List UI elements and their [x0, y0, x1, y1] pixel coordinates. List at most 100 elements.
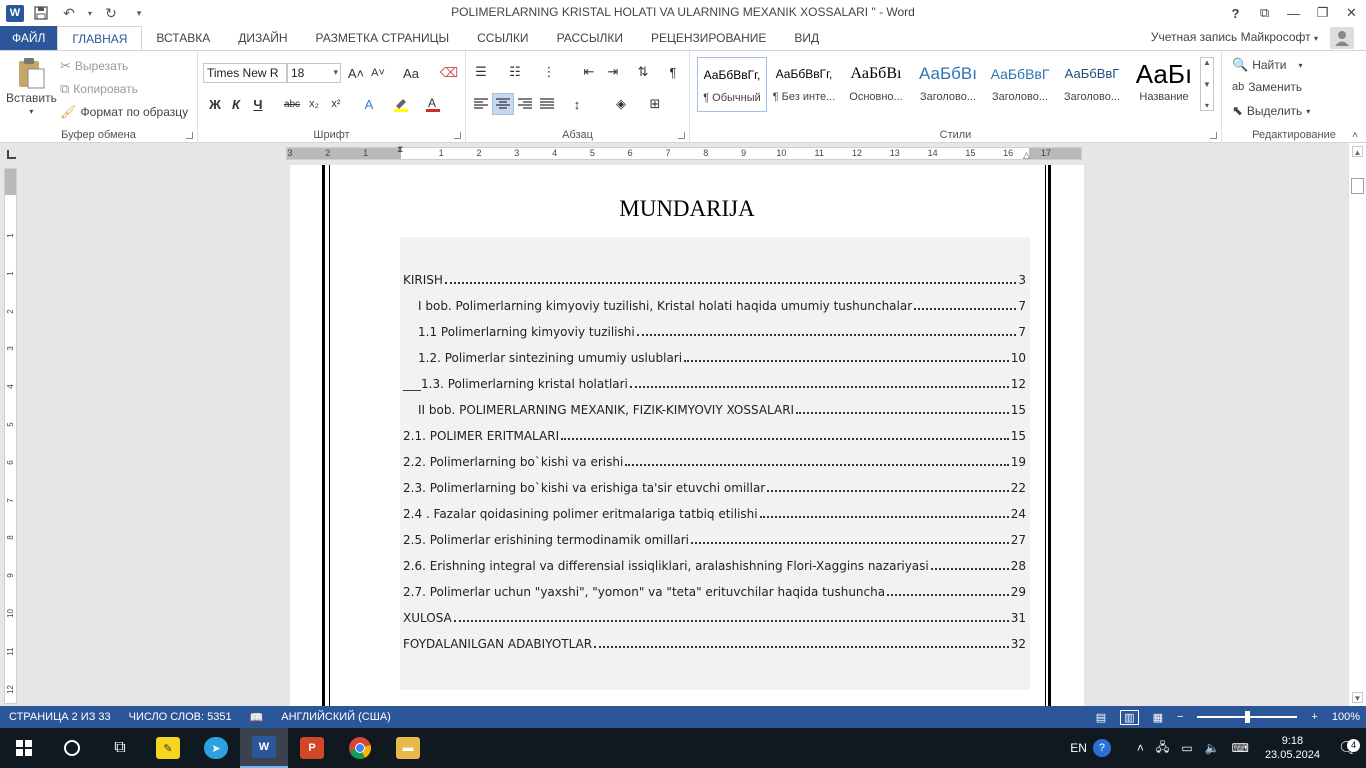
start-button[interactable]	[0, 728, 48, 768]
line-spacing-icon[interactable]: ↕	[566, 93, 588, 115]
bold-button[interactable]: Ж	[204, 93, 226, 115]
toc-entry[interactable]: II bob. POLIMERLARNING MEXANIK, FIZIK-KI…	[400, 397, 1026, 417]
taskbar-app-chrome[interactable]	[336, 728, 384, 768]
input-language[interactable]: EN	[1064, 741, 1093, 755]
paste-button[interactable]: Вставить ▾	[6, 57, 57, 116]
taskbar-app-sticky-notes[interactable]: ✎	[144, 728, 192, 768]
tab-file[interactable]: ФАЙЛ	[0, 26, 58, 50]
toc-entry[interactable]: 2.7. Polimerlar uchun "yaxshi", "yomon" …	[400, 579, 1026, 599]
tab-insert[interactable]: ВСТАВКА	[142, 26, 224, 50]
proofing-icon[interactable]: 📖	[241, 711, 273, 724]
clear-formatting-icon[interactable]: ⌫	[438, 62, 460, 84]
minimize-button[interactable]: —	[1279, 0, 1308, 26]
style-heading-3[interactable]: АаБбВвГ Заголово...	[1057, 57, 1127, 112]
zoom-level[interactable]: 100%	[1332, 711, 1360, 723]
font-name-combo[interactable]: Times New R	[203, 63, 287, 83]
notification-center[interactable]: 🗨 4	[1330, 738, 1366, 758]
toc-entry[interactable]: 2.2. Polimerlarning bo`kishi va erishi 19	[400, 449, 1026, 469]
toc-entry[interactable]: FOYDALANILGAN ADABIYOTLAR 32	[400, 631, 1026, 651]
strikethrough-button[interactable]: abc	[281, 93, 303, 115]
align-right-icon[interactable]	[514, 93, 536, 115]
format-painter-button[interactable]: 🖌 Формат по образцу	[60, 104, 188, 120]
tab-references[interactable]: ССЫЛКИ	[463, 26, 542, 50]
font-launcher-icon[interactable]	[454, 132, 461, 139]
style-normal[interactable]: АаБбВвГг, ¶ Обычный	[697, 57, 767, 112]
justify-icon[interactable]	[536, 93, 558, 115]
network-icon[interactable]: 🖧	[1150, 738, 1175, 759]
restore-button[interactable]: ❐	[1308, 0, 1337, 26]
customize-quick-access-icon[interactable]: ▾	[128, 3, 150, 23]
right-indent-marker-icon[interactable]: △	[1023, 150, 1030, 161]
undo-icon[interactable]: ↶	[58, 3, 80, 23]
tab-review[interactable]: РЕЦЕНЗИРОВАНИЕ	[637, 26, 780, 50]
increase-indent-icon[interactable]: ⇥	[602, 61, 624, 83]
styles-gallery-scroll[interactable]: ▲ ▼ ▾	[1200, 57, 1214, 111]
replace-button[interactable]: ab Заменить	[1232, 80, 1302, 94]
keyboard-icon[interactable]: ⌨	[1226, 741, 1255, 755]
subscript-button[interactable]: x₂	[303, 93, 325, 115]
tab-view[interactable]: ВИД	[780, 26, 833, 50]
collapse-ribbon-icon[interactable]: ˄	[1352, 130, 1358, 141]
task-view-button[interactable]: ⧉	[96, 728, 144, 768]
style-no-spacing[interactable]: АаБбВвГг, ¶ Без инте...	[769, 57, 839, 112]
zoom-in-button[interactable]: +	[1311, 711, 1317, 723]
change-case-button[interactable]: Aa	[397, 62, 425, 84]
tab-design[interactable]: ДИЗАЙН	[224, 26, 301, 50]
tab-page-layout[interactable]: РАЗМЕТКА СТРАНИЦЫ	[302, 26, 464, 50]
tab-mailings[interactable]: РАССЫЛКИ	[543, 26, 637, 50]
toc-entry[interactable]: 2.5. Polimerlar erishining termodinamik …	[400, 527, 1026, 547]
italic-button[interactable]: К	[225, 93, 247, 115]
zoom-slider-knob[interactable]	[1245, 711, 1251, 723]
borders-icon[interactable]: ⊞	[644, 93, 666, 115]
find-button[interactable]: 🔍 Найти ▾	[1232, 57, 1302, 73]
toc-entry[interactable]: 2.3. Polimerlarning bo`kishi va erishiga…	[400, 475, 1026, 495]
chevron-down-icon[interactable]: ▼	[1203, 80, 1211, 89]
search-button[interactable]	[48, 728, 96, 768]
zoom-slider[interactable]	[1197, 711, 1298, 723]
scroll-thumb[interactable]	[1351, 178, 1364, 194]
web-layout-icon[interactable]: ▦	[1153, 711, 1163, 724]
taskbar-app-word[interactable]: W	[240, 728, 288, 768]
multilevel-list-icon[interactable]: ⋮	[538, 61, 560, 83]
page-count[interactable]: СТРАНИЦА 2 ИЗ 33	[0, 711, 120, 723]
battery-icon[interactable]: ▭	[1175, 741, 1198, 755]
decrease-indent-icon[interactable]: ⇤	[578, 61, 600, 83]
align-center-icon[interactable]	[492, 93, 514, 115]
show-formatting-marks-icon[interactable]: ¶	[662, 61, 684, 83]
vertical-ruler[interactable]: 112345678910111213	[4, 168, 17, 731]
volume-icon[interactable]: 🔈	[1199, 741, 1226, 755]
toc-entry[interactable]: 1.1 Polimerlarning kimyoviy tuzilishi 7	[400, 319, 1026, 339]
redo-icon[interactable]: ↻	[100, 3, 122, 23]
toc-entry[interactable]: KIRISH 3	[400, 267, 1026, 287]
close-button[interactable]: ✕	[1337, 0, 1366, 26]
scroll-up-icon[interactable]: ▲	[1352, 146, 1363, 157]
select-button[interactable]: ⬉ Выделить ▾	[1232, 103, 1310, 119]
toc-entry[interactable]: ___1.3. Polimerlarning kristal holatlari…	[400, 371, 1026, 391]
ribbon-display-options-icon[interactable]: ⧉	[1250, 0, 1279, 26]
indent-marker-icon[interactable]: ⧗	[397, 144, 403, 155]
horizontal-ruler[interactable]: 3 2 1 1 2 3 4 5 6 7 8 9 10 11 12 13 14 15 16 17 ⧗ △	[286, 144, 1082, 161]
document-area[interactable]: MUNDARIJA KIRISH 3 I bob. Polimerlarning k…	[22, 165, 1348, 706]
sort-icon[interactable]: ⇅	[632, 61, 654, 83]
shrink-font-button[interactable]: A˅	[367, 62, 389, 84]
bullets-icon[interactable]: ☰	[470, 61, 492, 83]
show-hidden-icons-icon[interactable]: ˄	[1131, 741, 1150, 755]
underline-button[interactable]: Ч	[247, 93, 269, 115]
tab-home[interactable]: ГЛАВНАЯ	[57, 26, 143, 51]
more-styles-icon[interactable]: ▾	[1205, 101, 1209, 110]
avatar[interactable]	[1330, 27, 1354, 49]
paragraph-launcher-icon[interactable]	[678, 132, 685, 139]
toc-entry[interactable]: I bob. Polimerlarning kimyoviy tuzilishi…	[400, 293, 1026, 313]
toc-entry[interactable]: 2.1. POLIMER ERITMALARI 15	[400, 423, 1026, 443]
toc-entry[interactable]: 2.4 . Fazalar qoidasining polimer eritma…	[400, 501, 1026, 521]
copy-button[interactable]: ⧉ Копировать	[60, 81, 138, 97]
document-page[interactable]: MUNDARIJA KIRISH 3 I bob. Polimerlarning k…	[290, 165, 1084, 706]
toc-entry[interactable]: 2.6. Erishning integral va differensial …	[400, 553, 1026, 573]
font-color-icon[interactable]: A	[422, 93, 444, 115]
numbering-icon[interactable]: ☷	[504, 61, 526, 83]
clock[interactable]: 9:18 23.05.2024	[1255, 734, 1330, 762]
word-count[interactable]: ЧИСЛО СЛОВ: 5351	[120, 711, 241, 723]
style-title[interactable]: АаБı Название	[1129, 57, 1199, 112]
toc-heading[interactable]: MUNDARIJA	[290, 196, 1084, 222]
toc-entry[interactable]: 1.2. Polimerlar sintezining umumiy uslub…	[400, 345, 1026, 365]
